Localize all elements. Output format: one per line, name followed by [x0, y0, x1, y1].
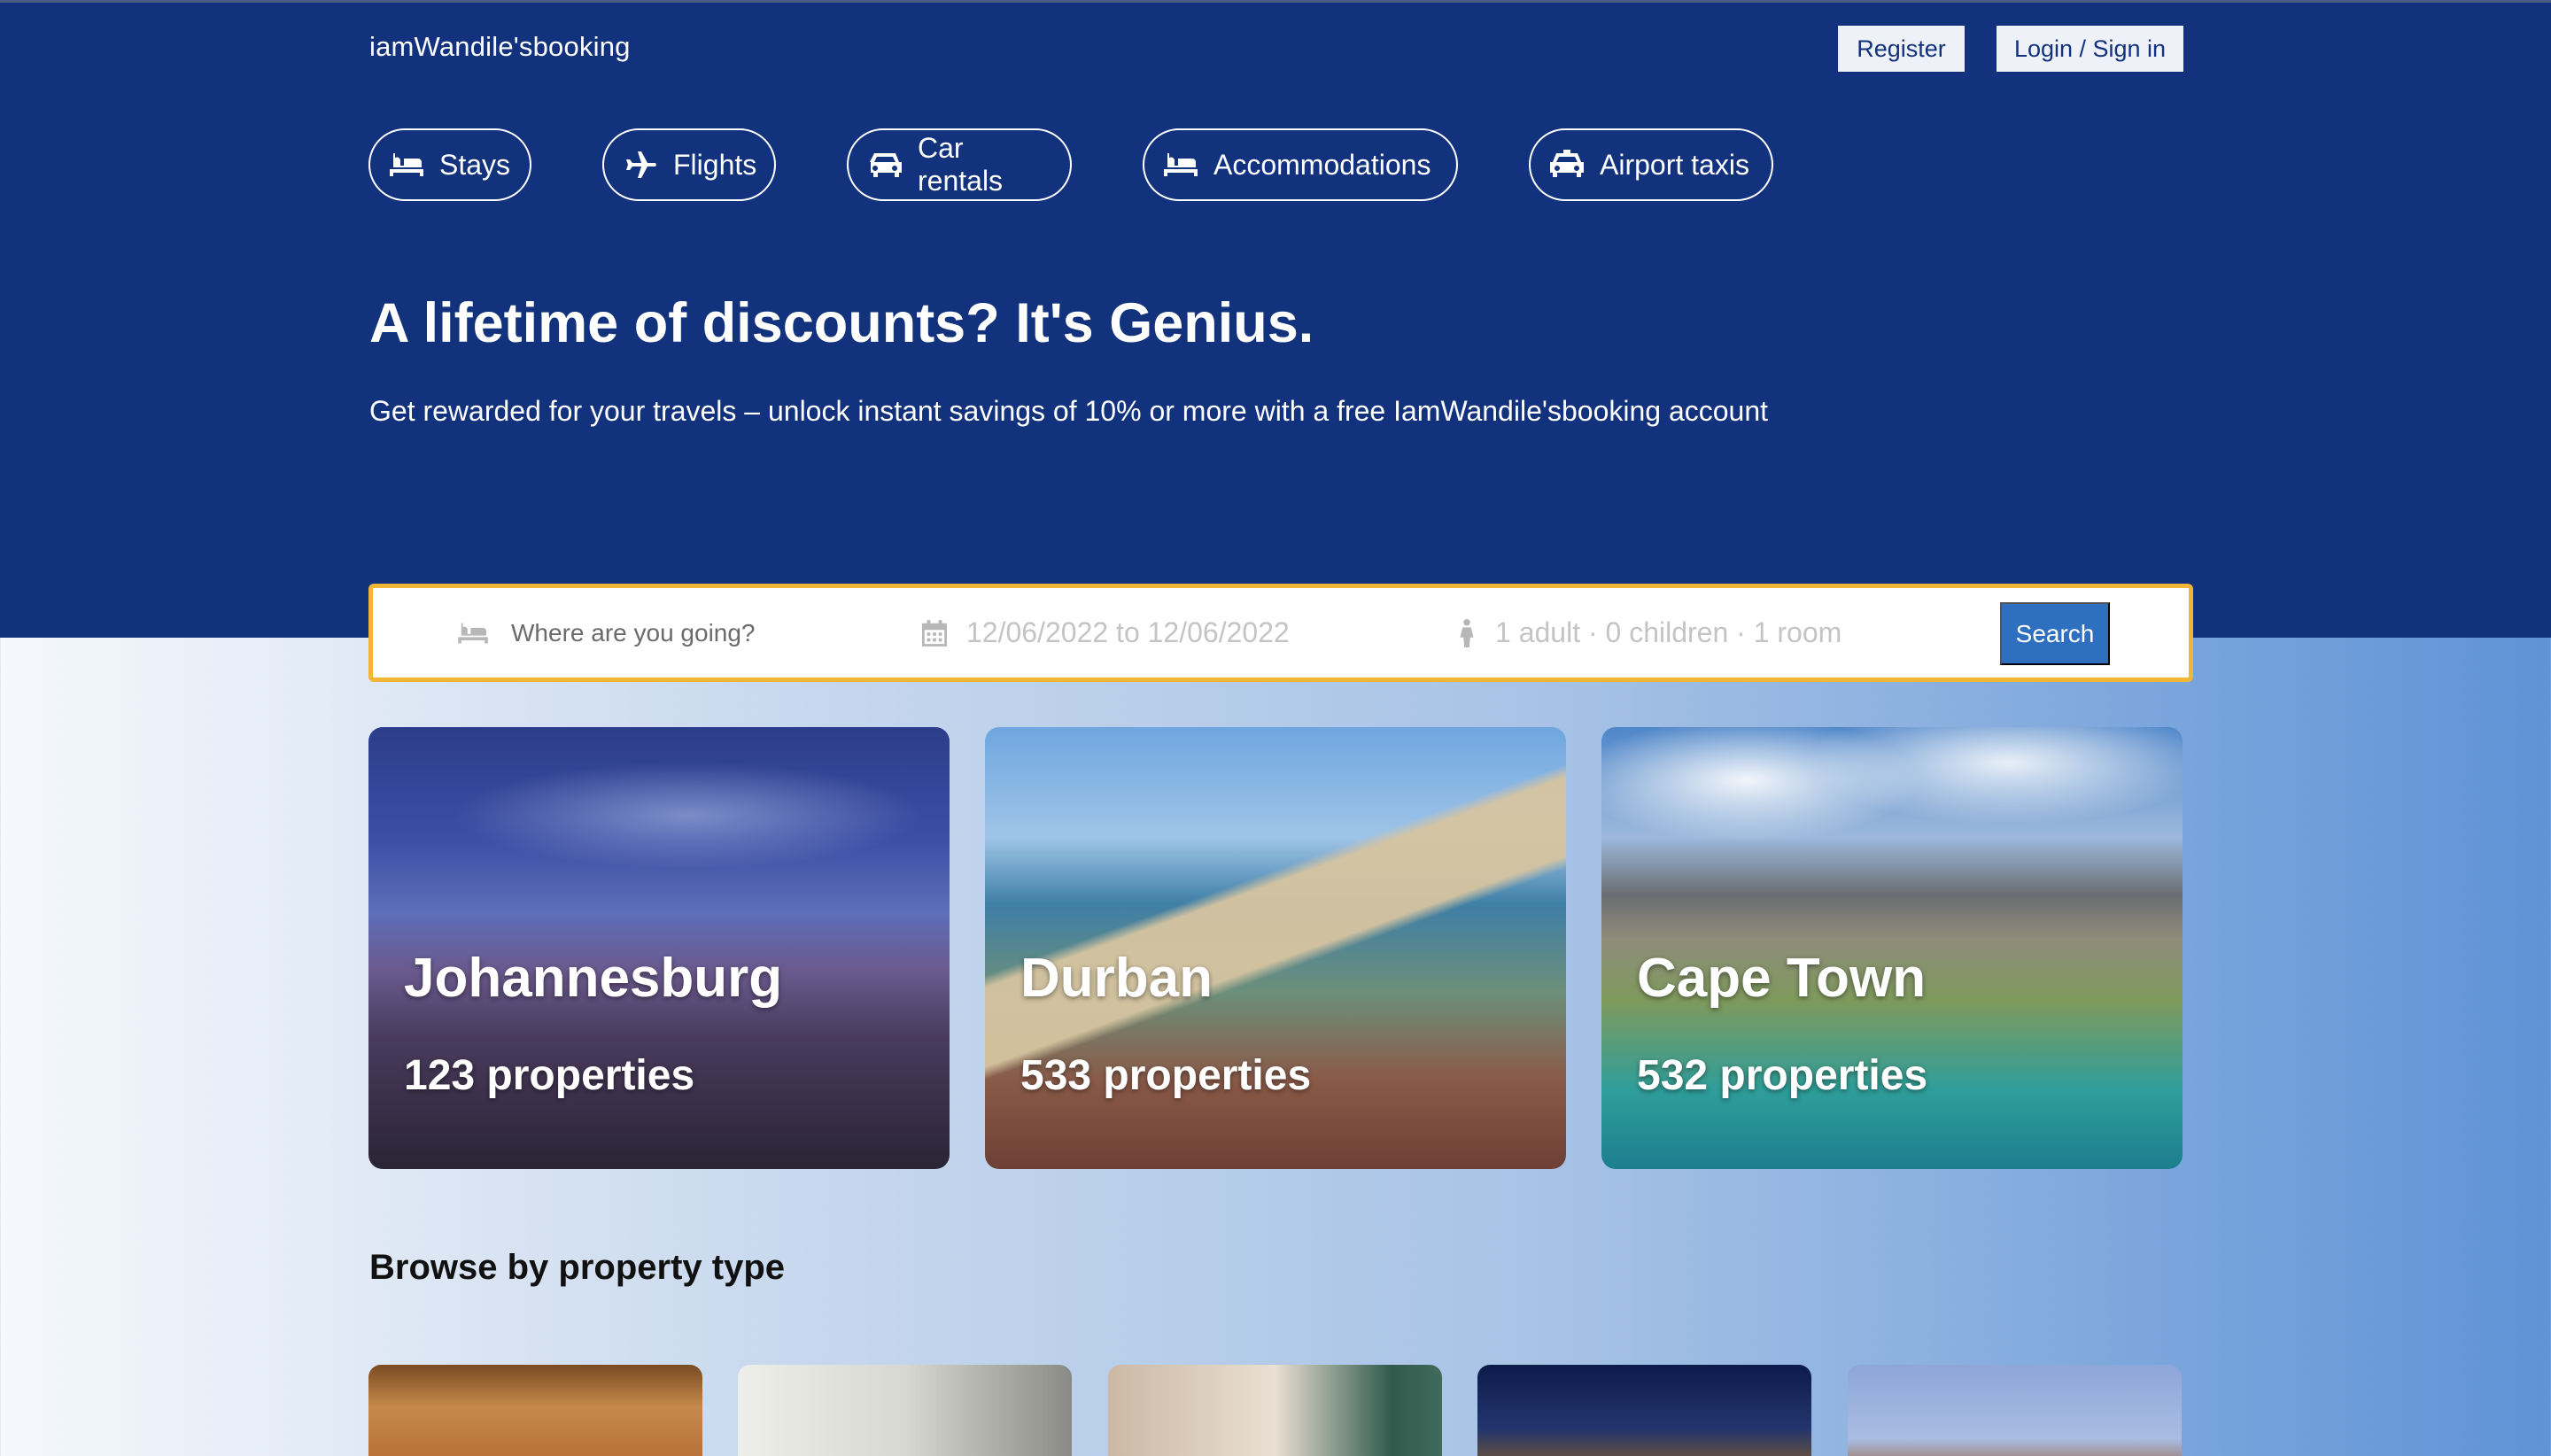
destination-placeholder: Where are you going? [511, 618, 756, 647]
property-type-card[interactable] [1848, 1365, 2182, 1456]
date-range-field[interactable]: 12/06/2022 to 12/06/2022 [922, 588, 1290, 678]
guests-value: 1 adult · 0 children · 1 room [1495, 616, 1842, 648]
nav-item-stays[interactable]: Stays [368, 128, 531, 201]
taxi-icon [1550, 150, 1584, 177]
property-type-card[interactable] [1108, 1365, 1442, 1456]
nav-item-car-rentals[interactable]: Car rentals [847, 128, 1072, 201]
header-banner: iamWandile'sbooking Register Login / Sig… [0, 0, 2551, 638]
site-logo[interactable]: iamWandile'sbooking [369, 31, 631, 63]
city-name: Cape Town [1637, 948, 1927, 1009]
property-count: 533 properties [1020, 1052, 1312, 1099]
login-button[interactable]: Login / Sign in [1997, 26, 2183, 72]
city-name: Durban [1020, 948, 1213, 1009]
featured-city-card[interactable]: Durban 533 properties [985, 727, 1566, 1169]
property-count: 123 properties [404, 1052, 695, 1099]
nav-item-airport-taxis[interactable]: Airport taxis [1529, 128, 1773, 201]
bed-icon [1164, 153, 1198, 176]
nav-item-label: Flights [673, 148, 757, 181]
guests-field[interactable]: 1 adult · 0 children · 1 room [1458, 588, 1842, 678]
nav-item-label: Car rentals [918, 132, 1004, 197]
property-type-card[interactable] [368, 1365, 702, 1456]
hero-headline: A lifetime of discounts? It's Genius. [369, 292, 1314, 354]
date-range-value: 12/06/2022 to 12/06/2022 [966, 616, 1290, 648]
nav-item-accommodations[interactable]: Accommodations [1143, 128, 1458, 201]
person-icon [1460, 618, 1474, 647]
register-button[interactable]: Register [1838, 26, 1965, 72]
plane-icon [626, 151, 656, 178]
featured-city-card[interactable]: Cape Town 532 properties [1601, 727, 2183, 1169]
destination-field[interactable]: Where are you going? [454, 588, 756, 678]
property-type-card[interactable] [738, 1365, 1072, 1456]
calendar-icon [922, 619, 947, 647]
search-bar: Where are you going? 12/06/2022 to 12/06… [368, 584, 2193, 682]
nav-item-label: Accommodations [1213, 148, 1431, 181]
car-icon [870, 153, 902, 177]
bed-icon [390, 153, 423, 176]
nav-item-label: Airport taxis [1600, 148, 1749, 181]
hero-subline: Get rewarded for your travels – unlock i… [369, 395, 1769, 427]
property-count: 532 properties [1637, 1052, 1928, 1099]
browse-section-title: Browse by property type [369, 1248, 786, 1287]
featured-city-card[interactable]: Johannesburg 123 properties [368, 727, 950, 1169]
search-button[interactable]: Search [2000, 602, 2110, 665]
property-type-card[interactable] [1477, 1365, 1811, 1456]
city-name: Johannesburg [404, 948, 783, 1009]
nav-item-flights[interactable]: Flights [602, 128, 776, 201]
nav-item-label: Stays [439, 148, 511, 181]
bed-icon [458, 623, 488, 643]
